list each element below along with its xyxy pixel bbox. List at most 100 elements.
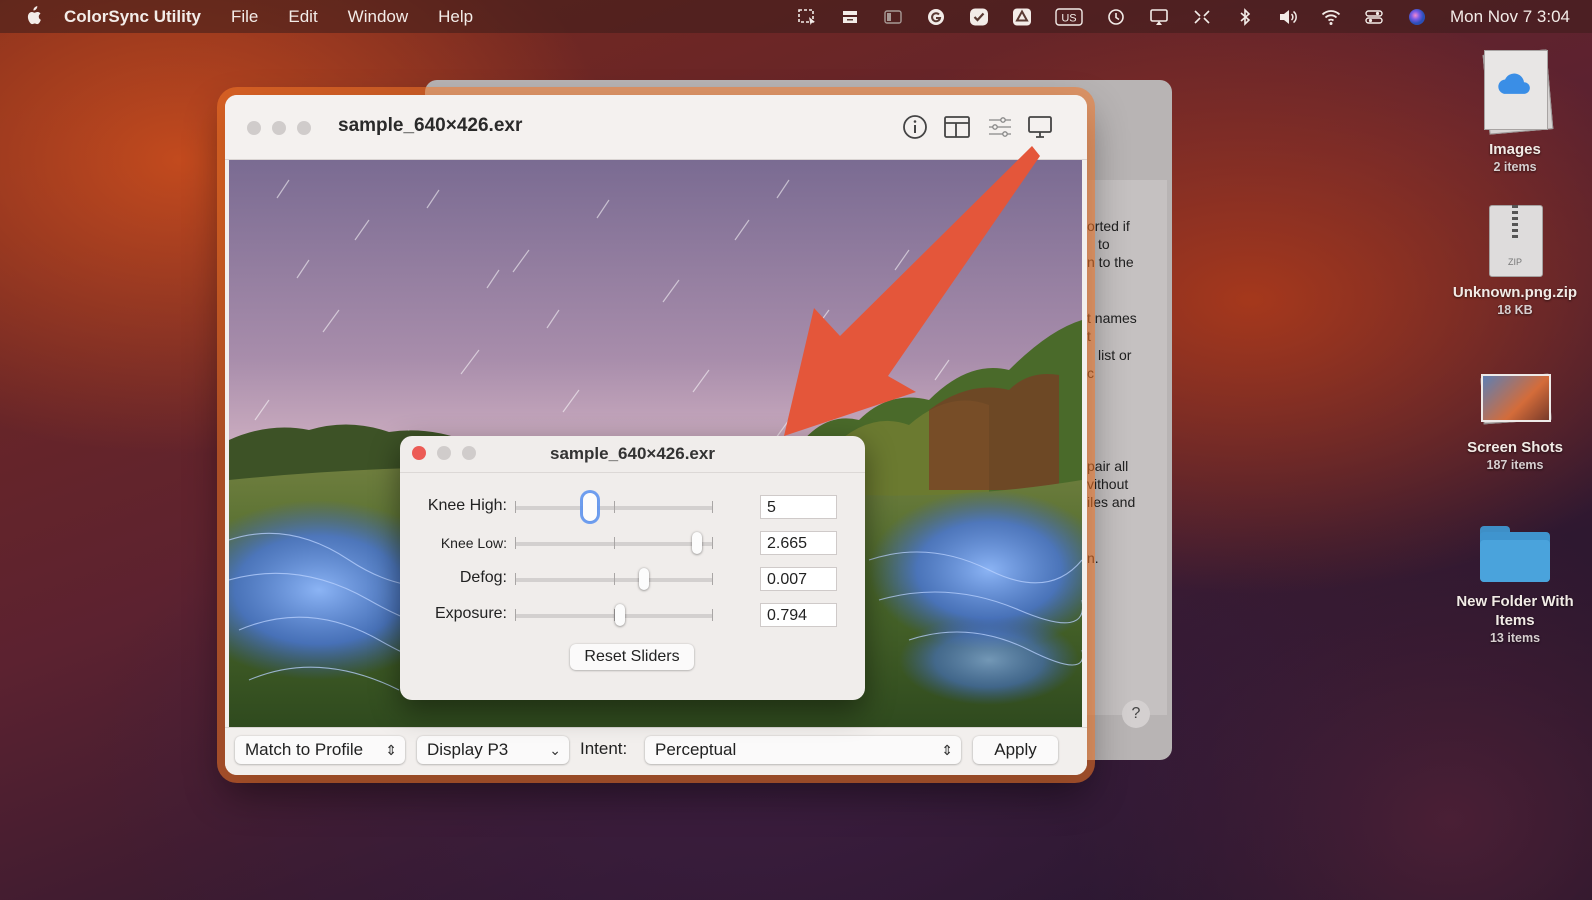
display-icon[interactable] bbox=[1025, 112, 1055, 142]
background-text: t names bbox=[1087, 310, 1137, 326]
action-popup-label: Match to Profile bbox=[245, 740, 364, 759]
slider-tick bbox=[712, 609, 713, 621]
desktop-item-images[interactable]: Images 2 items bbox=[1440, 48, 1590, 175]
slider-tick bbox=[712, 573, 713, 585]
bottom-toolbar: Match to Profile ⇕ Display P3 ⌄ Intent: … bbox=[225, 727, 1087, 775]
volume-icon[interactable] bbox=[1278, 8, 1298, 26]
defog-label: Defog: bbox=[459, 569, 507, 586]
defog-field[interactable]: 0.007 bbox=[760, 567, 837, 591]
background-text: n to the bbox=[1087, 254, 1134, 270]
desktop-item-name: Screen Shots bbox=[1467, 439, 1563, 456]
edit-menu[interactable]: Edit bbox=[288, 7, 317, 27]
layout-icon[interactable] bbox=[942, 112, 972, 142]
knee-high-row: Knee High: 5 bbox=[400, 492, 865, 522]
desktop-item-detail: 18 KB bbox=[1497, 303, 1533, 317]
intent-popup-label: Perceptual bbox=[655, 740, 737, 759]
wifi-icon[interactable] bbox=[1321, 8, 1341, 26]
help-button[interactable]: ? bbox=[1122, 700, 1150, 728]
screenshot-tool-icon[interactable] bbox=[797, 8, 817, 26]
desktop-item-name: Unknown.png.zip bbox=[1452, 284, 1578, 301]
drive-app-icon[interactable] bbox=[1012, 8, 1032, 26]
profile-popup-label: Display P3 bbox=[427, 740, 509, 759]
exposure-knob[interactable] bbox=[614, 604, 625, 626]
slider-tick bbox=[515, 537, 516, 549]
zip-file-icon: ZIP bbox=[1487, 203, 1543, 277]
screen-mirroring-icon[interactable] bbox=[1149, 8, 1169, 26]
folder-icon bbox=[1477, 522, 1553, 586]
profile-popup[interactable]: Display P3 ⌄ bbox=[417, 736, 569, 764]
slider-tick bbox=[515, 501, 516, 513]
intent-popup[interactable]: Perceptual ⇕ bbox=[645, 736, 961, 764]
background-text: orted if bbox=[1087, 218, 1130, 234]
background-text: n. bbox=[1087, 550, 1099, 566]
defog-knob[interactable] bbox=[638, 568, 649, 590]
knee-high-label: Knee High: bbox=[427, 497, 507, 514]
updown-chevron-icon: ⇕ bbox=[941, 742, 953, 758]
knee-low-field[interactable]: 2.665 bbox=[760, 531, 837, 555]
slider-tick bbox=[515, 609, 516, 621]
chevron-down-icon: ⌄ bbox=[549, 742, 561, 758]
window-menu[interactable]: Window bbox=[348, 7, 408, 27]
slider-tick bbox=[712, 537, 713, 549]
icloud-stack-icon bbox=[1480, 48, 1554, 135]
desktop-item-name: New Folder With Items bbox=[1456, 593, 1574, 629]
checkmark-app-icon[interactable] bbox=[969, 8, 989, 26]
desktop-item-new-folder[interactable]: New Folder With Items 13 items bbox=[1440, 522, 1590, 646]
knee-low-knob[interactable] bbox=[692, 532, 703, 554]
background-text: to bbox=[1098, 236, 1110, 252]
screenshots-stack-icon bbox=[1478, 370, 1552, 432]
intent-label: Intent: bbox=[580, 739, 628, 758]
menu-bar: ColorSync Utility File Edit Window Help … bbox=[0, 0, 1592, 33]
desktop-item-detail: 2 items bbox=[1493, 160, 1537, 174]
minimize-button[interactable] bbox=[272, 121, 286, 135]
panel-divider bbox=[400, 472, 865, 473]
background-text: t bbox=[1087, 328, 1091, 344]
apple-menu-icon[interactable] bbox=[22, 5, 44, 28]
exposure-field[interactable]: 0.794 bbox=[760, 603, 837, 627]
apply-button[interactable]: Apply bbox=[973, 736, 1058, 764]
file-menu[interactable]: File bbox=[231, 7, 258, 27]
help-menu[interactable]: Help bbox=[438, 7, 473, 27]
desktop-item-detail: 13 items bbox=[1489, 631, 1541, 645]
knee-low-label: Knee Low: bbox=[440, 535, 507, 551]
control-center-icon[interactable] bbox=[1364, 8, 1384, 26]
zoom-button[interactable] bbox=[297, 121, 311, 135]
background-text: c bbox=[1087, 365, 1094, 381]
siri-icon[interactable] bbox=[1407, 8, 1427, 26]
desktop-item-zip[interactable]: ZIP Unknown.png.zip 18 KB bbox=[1440, 203, 1590, 318]
grammarly-icon[interactable] bbox=[926, 8, 946, 26]
app-menu[interactable]: ColorSync Utility bbox=[64, 7, 201, 27]
slider-tick bbox=[614, 501, 615, 513]
input-source-icon[interactable]: US bbox=[1055, 7, 1083, 26]
slider-tick bbox=[515, 573, 516, 585]
sliders-icon[interactable] bbox=[985, 112, 1015, 142]
drawer-icon[interactable] bbox=[840, 8, 860, 26]
desktop-item-detail: 187 items bbox=[1486, 458, 1544, 472]
fullscreen-icon[interactable] bbox=[1192, 8, 1212, 26]
background-text: vithout bbox=[1087, 476, 1129, 492]
desktop-item-screen-shots[interactable]: Screen Shots 187 items bbox=[1440, 370, 1590, 473]
info-icon[interactable] bbox=[900, 112, 930, 142]
defog-row: Defog: 0.007 bbox=[400, 564, 865, 594]
background-text: pair all bbox=[1087, 458, 1129, 474]
slider-tick bbox=[614, 573, 615, 585]
action-popup[interactable]: Match to Profile ⇕ bbox=[235, 736, 405, 764]
title-bar: sample_640×426.exr bbox=[225, 95, 1087, 160]
knee-low-row: Knee Low: 2.665 bbox=[400, 528, 865, 558]
exr-adjustment-panel[interactable]: sample_640×426.exr Knee High: 5 Knee Low… bbox=[400, 436, 865, 700]
menu-clock[interactable]: Mon Nov 7 3:04 bbox=[1450, 7, 1570, 27]
window-layout-icon[interactable] bbox=[883, 8, 903, 26]
time-machine-icon[interactable] bbox=[1106, 8, 1126, 26]
knee-high-knob[interactable] bbox=[583, 493, 598, 521]
close-button[interactable] bbox=[247, 121, 261, 135]
exposure-row: Exposure: 0.794 bbox=[400, 600, 865, 630]
background-text: iles and bbox=[1087, 494, 1136, 510]
reset-sliders-button[interactable]: Reset Sliders bbox=[570, 644, 694, 670]
updown-chevron-icon: ⇕ bbox=[385, 742, 397, 758]
bluetooth-icon[interactable] bbox=[1235, 7, 1255, 26]
slider-tick bbox=[614, 537, 615, 549]
exposure-label: Exposure: bbox=[434, 605, 507, 622]
background-text: list or bbox=[1098, 347, 1132, 363]
knee-high-field[interactable]: 5 bbox=[760, 495, 837, 519]
panel-title: sample_640×426.exr bbox=[550, 444, 715, 463]
